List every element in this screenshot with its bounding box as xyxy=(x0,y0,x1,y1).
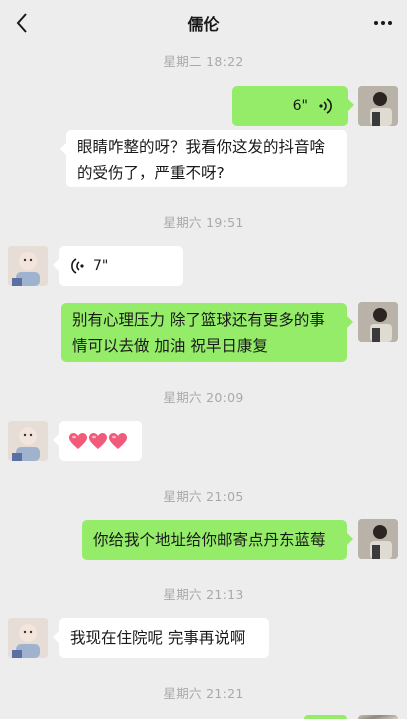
message-text: 你给我个地址给你邮寄点丹东蓝莓 xyxy=(93,531,326,549)
avatar-self[interactable] xyxy=(358,715,398,719)
heart-emoji-icon xyxy=(69,432,87,449)
chevron-left-icon xyxy=(16,13,27,33)
avatar-self[interactable] xyxy=(358,302,398,342)
timestamp: 星期六 21:13 xyxy=(163,587,244,602)
heart-emoji-icon xyxy=(89,432,107,449)
voice-duration: 7" xyxy=(93,258,109,274)
voice-duration: 6" xyxy=(292,98,308,114)
message-text: 别有心理压力 除了篮球还有更多的事情可以去做 加油 祝早日康复 xyxy=(72,311,325,355)
back-button[interactable] xyxy=(8,9,36,37)
avatar-image xyxy=(358,86,398,126)
message-text: 我现在住院呢 完事再说啊 xyxy=(70,629,246,647)
heart-emoji-icon xyxy=(109,432,127,449)
message-text-other[interactable]: 我现在住院呢 完事再说啊 xyxy=(53,618,269,658)
message-partial-self[interactable] xyxy=(304,715,347,719)
avatar-image xyxy=(358,519,398,559)
avatar-self[interactable] xyxy=(358,519,398,559)
message-voice-self[interactable]: 6" xyxy=(232,86,354,126)
avatar-image xyxy=(358,302,398,342)
avatar-self[interactable] xyxy=(358,86,398,126)
avatar-image xyxy=(8,421,48,461)
avatar-image xyxy=(8,618,48,658)
avatar-other[interactable] xyxy=(8,618,48,658)
message-text-other[interactable]: 眼睛咋整的呀？我看你这发的抖音啥的受伤了，严重不呀? xyxy=(60,130,347,187)
message-text: 眼睛咋整的呀？我看你这发的抖音啥的受伤了，严重不呀? xyxy=(77,138,326,182)
voice-wave-icon xyxy=(71,258,84,274)
voice-wave-icon xyxy=(319,98,332,114)
message-voice-other[interactable]: 7" xyxy=(53,246,183,286)
timestamp: 星期六 21:21 xyxy=(163,686,244,701)
timestamp: 星期六 21:05 xyxy=(163,489,244,504)
avatar-image xyxy=(8,246,48,286)
more-dots-icon xyxy=(374,21,378,25)
message-text-self[interactable]: 你给我个地址给你邮寄点丹东蓝莓 xyxy=(82,520,353,560)
chat-title: 儒伦 xyxy=(187,15,220,34)
timestamp: 星期二 18:22 xyxy=(163,54,244,69)
message-text-self[interactable]: 别有心理压力 除了篮球还有更多的事情可以去做 加油 祝早日康复 xyxy=(61,303,353,362)
timestamp: 星期六 19:51 xyxy=(163,215,244,230)
avatar-other[interactable] xyxy=(8,246,48,286)
more-button[interactable] xyxy=(369,9,397,37)
timestamp: 星期六 20:09 xyxy=(163,390,244,405)
avatar-other[interactable] xyxy=(8,421,48,461)
message-emoji-other[interactable] xyxy=(53,421,142,461)
chat-header: 儒伦 xyxy=(0,0,407,46)
